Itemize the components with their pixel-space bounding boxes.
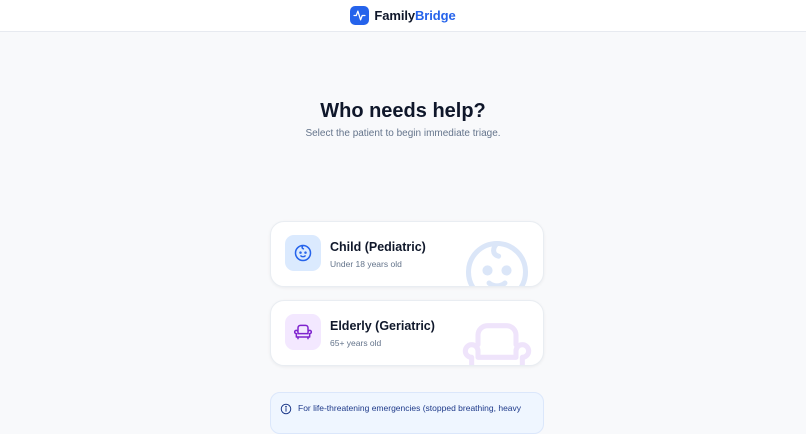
brand-logo[interactable]: FamilyBridge — [350, 6, 456, 25]
baby-face-icon — [285, 235, 321, 271]
baby-face-watermark-icon — [459, 234, 535, 286]
brand-name-part1: Family — [374, 8, 415, 23]
child-card-description: Under 18 years old — [330, 259, 402, 269]
child-card-title: Child (Pediatric) — [330, 240, 426, 254]
info-icon — [280, 402, 292, 420]
elderly-patient-card[interactable]: Elderly (Geriatric) 65+ years old — [270, 300, 544, 366]
pulse-icon — [350, 6, 370, 25]
emergency-notice: For life-threatening emergencies (stoppe… — [270, 392, 544, 434]
brand-name-part2: Bridge — [415, 8, 456, 23]
top-bar: FamilyBridge — [0, 0, 806, 32]
elderly-card-description: 65+ years old — [330, 338, 382, 348]
emergency-notice-text: For life-threatening emergencies (stoppe… — [298, 403, 522, 413]
armchair-watermark-icon — [459, 313, 535, 365]
child-patient-card[interactable]: Child (Pediatric) Under 18 years old — [270, 221, 544, 287]
page-subtitle: Select the patient to begin immediate tr… — [305, 128, 501, 139]
page-title: Who needs help? — [320, 100, 486, 122]
armchair-icon — [285, 314, 321, 350]
elderly-card-title: Elderly (Geriatric) — [330, 319, 435, 333]
brand-name: FamilyBridge — [374, 8, 455, 23]
